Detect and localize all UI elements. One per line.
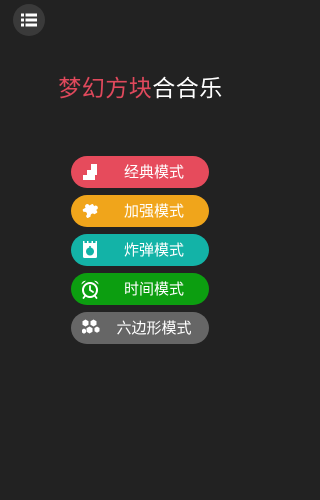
enhanced-mode-label: 加强模式	[123, 202, 184, 220]
hexagon-mode-button[interactable]: 六边形模式	[71, 312, 209, 344]
enhanced-mode-button[interactable]: 加强模式	[71, 195, 209, 227]
bomb-mode-button[interactable]: 炸弹模式	[71, 234, 209, 266]
list-icon	[21, 13, 37, 27]
app-title-main: 梦幻方块	[58, 76, 153, 102]
time-mode-label: 时间模式	[123, 280, 184, 298]
app-title-sub: 合合乐	[152, 76, 223, 102]
hexagon-icon	[80, 318, 100, 338]
app-title: 梦幻方块合合乐	[0, 74, 281, 104]
bomb-mode-label: 炸弹模式	[123, 241, 184, 259]
puzzle-icon	[80, 201, 100, 221]
hexagon-mode-label: 六边形模式	[116, 319, 192, 337]
alarm-clock-icon	[80, 279, 100, 299]
blocks-icon	[80, 162, 100, 182]
menu-button[interactable]	[13, 4, 45, 36]
classic-mode-label: 经典模式	[123, 163, 184, 181]
classic-mode-button[interactable]: 经典模式	[71, 156, 209, 188]
time-mode-button[interactable]: 时间模式	[71, 273, 209, 305]
bomb-icon	[80, 240, 100, 260]
